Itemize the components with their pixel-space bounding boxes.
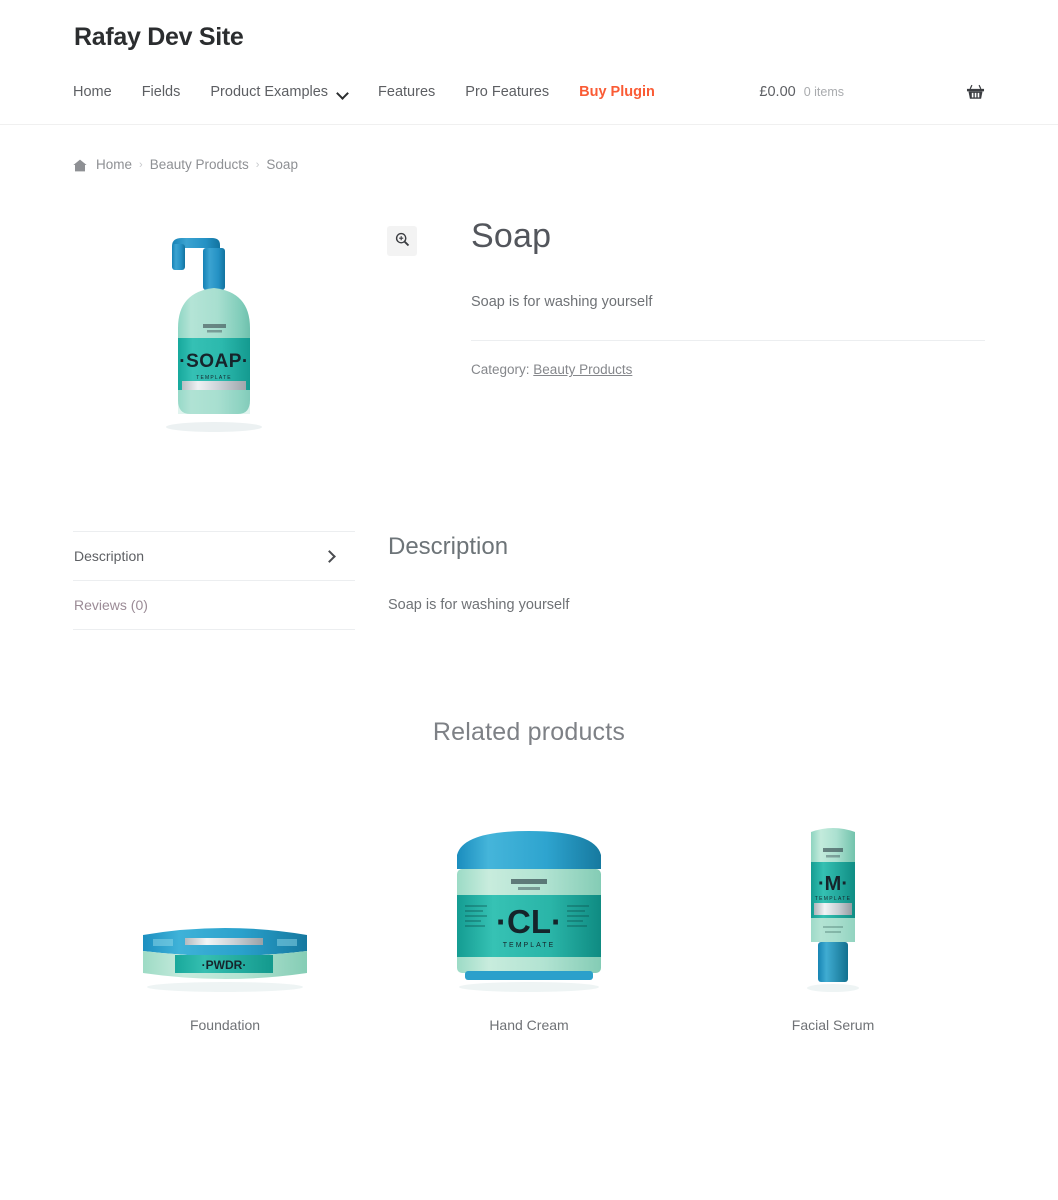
product-category-label: Category: [471,362,530,378]
product-title: Soap [471,217,552,255]
product-tabs: Description Reviews (0) [73,531,355,630]
breadcrumb: Home › Beauty Products › Soap [73,125,985,172]
svg-text:·M·: ·M· [818,873,848,895]
product-summary: Soap Soap is for washing yourself Catego… [355,214,985,434]
nav-link-buy-plugin[interactable]: Buy Plugin [579,84,655,100]
product-summary-section: ·SOAP· TEMPLATE Soap Soap is for washing… [73,172,985,434]
nav-item-features[interactable]: Features [378,84,435,100]
svg-text:TEMPLATE: TEMPLATE [815,896,851,902]
nav-item-pro-features[interactable]: Pro Features [465,84,549,100]
nav-link-features[interactable]: Features [378,84,435,100]
chevron-down-icon[interactable] [338,88,348,98]
related-products-grid: ·PWDR· Foundation ·CL· TEMPLATE Hand Cre… [73,793,985,1033]
nav-menu: Home Fields Product Examples Features Pr… [73,84,685,100]
breadcrumb-link-home[interactable]: Home [96,157,132,172]
nav-link-fields[interactable]: Fields [142,84,181,100]
tab-panel-body: Soap is for washing yourself [388,596,570,613]
main-content: Home › Beauty Products › Soap ·SOAP· TEM… [73,125,985,1033]
zoom-in-icon [395,232,410,250]
breadcrumb-separator: › [139,158,143,171]
site-title[interactable]: Rafay Dev Site [73,14,985,60]
product-image-facial-serum[interactable]: ·M· TEMPLATE [793,818,873,993]
nav-link-product-examples[interactable]: Product Examples [210,84,328,100]
product-tabs-section: Description Reviews (0) Description Soap… [73,434,985,630]
breadcrumb-link-beauty-products[interactable]: Beauty Products [150,157,249,172]
nav-link-home[interactable]: Home [73,84,112,100]
svg-text:·SOAP·: ·SOAP· [179,351,249,372]
tab-panel-description: Description Soap is for washing yourself [355,531,985,630]
primary-navigation: Home Fields Product Examples Features Pr… [73,60,985,124]
shopping-basket-icon[interactable] [966,83,985,101]
svg-text:TEMPLATE: TEMPLATE [503,942,555,949]
nav-link-pro-features[interactable]: Pro Features [465,84,549,100]
related-product-name[interactable]: Foundation [73,1017,377,1033]
product-image-zoom-button[interactable] [387,226,417,256]
svg-text:·CL·: ·CL· [496,903,562,940]
related-products-heading: Related products [432,718,626,746]
cart-total-amount: £0.00 [759,84,796,100]
tab-panel-heading: Description [388,533,509,560]
nav-item-product-examples[interactable]: Product Examples [210,84,348,100]
cart-summary[interactable]: £0.00 0 items [759,60,985,124]
related-products-section: Related products ·PWDR· Foundation ·CL· … [73,630,985,1033]
related-product-thumb-hand-cream[interactable]: ·CL· TEMPLATE [377,793,681,993]
cart-item-count: 0 items [803,85,844,99]
product-short-description: Soap is for washing yourself [471,293,653,310]
related-product-thumb-foundation[interactable]: ·PWDR· [73,793,377,993]
chevron-right-icon [325,551,335,561]
svg-text:TEMPLATE: TEMPLATE [196,375,232,381]
related-product-name[interactable]: Facial Serum [681,1017,985,1033]
product-meta: Category: Beauty Products [471,340,985,377]
nav-item-buy-plugin[interactable]: Buy Plugin [579,84,655,100]
related-product-thumb-facial-serum[interactable]: ·M· TEMPLATE [681,793,985,993]
tab-description[interactable]: Description [73,532,355,581]
product-category-link[interactable]: Beauty Products [533,362,632,377]
tab-description-label[interactable]: Description [74,548,144,564]
svg-text:·PWDR·: ·PWDR· [202,958,247,972]
related-product-card[interactable]: ·CL· TEMPLATE Hand Cream [377,793,681,1033]
home-icon[interactable] [73,159,87,172]
site-header: Rafay Dev Site Home Fields Product Examp… [0,0,1058,125]
product-gallery[interactable]: ·SOAP· TEMPLATE [73,214,417,434]
related-product-name[interactable]: Hand Cream [377,1017,681,1033]
nav-item-fields[interactable]: Fields [142,84,181,100]
breadcrumb-separator: › [255,158,260,171]
related-product-card[interactable]: ·PWDR· Foundation [73,793,377,1033]
tab-reviews[interactable]: Reviews (0) [73,581,355,630]
tab-reviews-label[interactable]: Reviews (0) [74,597,148,613]
nav-item-home[interactable]: Home [73,84,112,100]
breadcrumb-current-soap: Soap [266,157,298,172]
product-image-hand-cream[interactable]: ·CL· TEMPLATE [439,821,619,993]
related-product-card[interactable]: ·M· TEMPLATE Facial Serum [681,793,985,1033]
product-image-foundation[interactable]: ·PWDR· [135,913,315,993]
product-image-soap[interactable]: ·SOAP· TEMPLATE [148,224,280,434]
